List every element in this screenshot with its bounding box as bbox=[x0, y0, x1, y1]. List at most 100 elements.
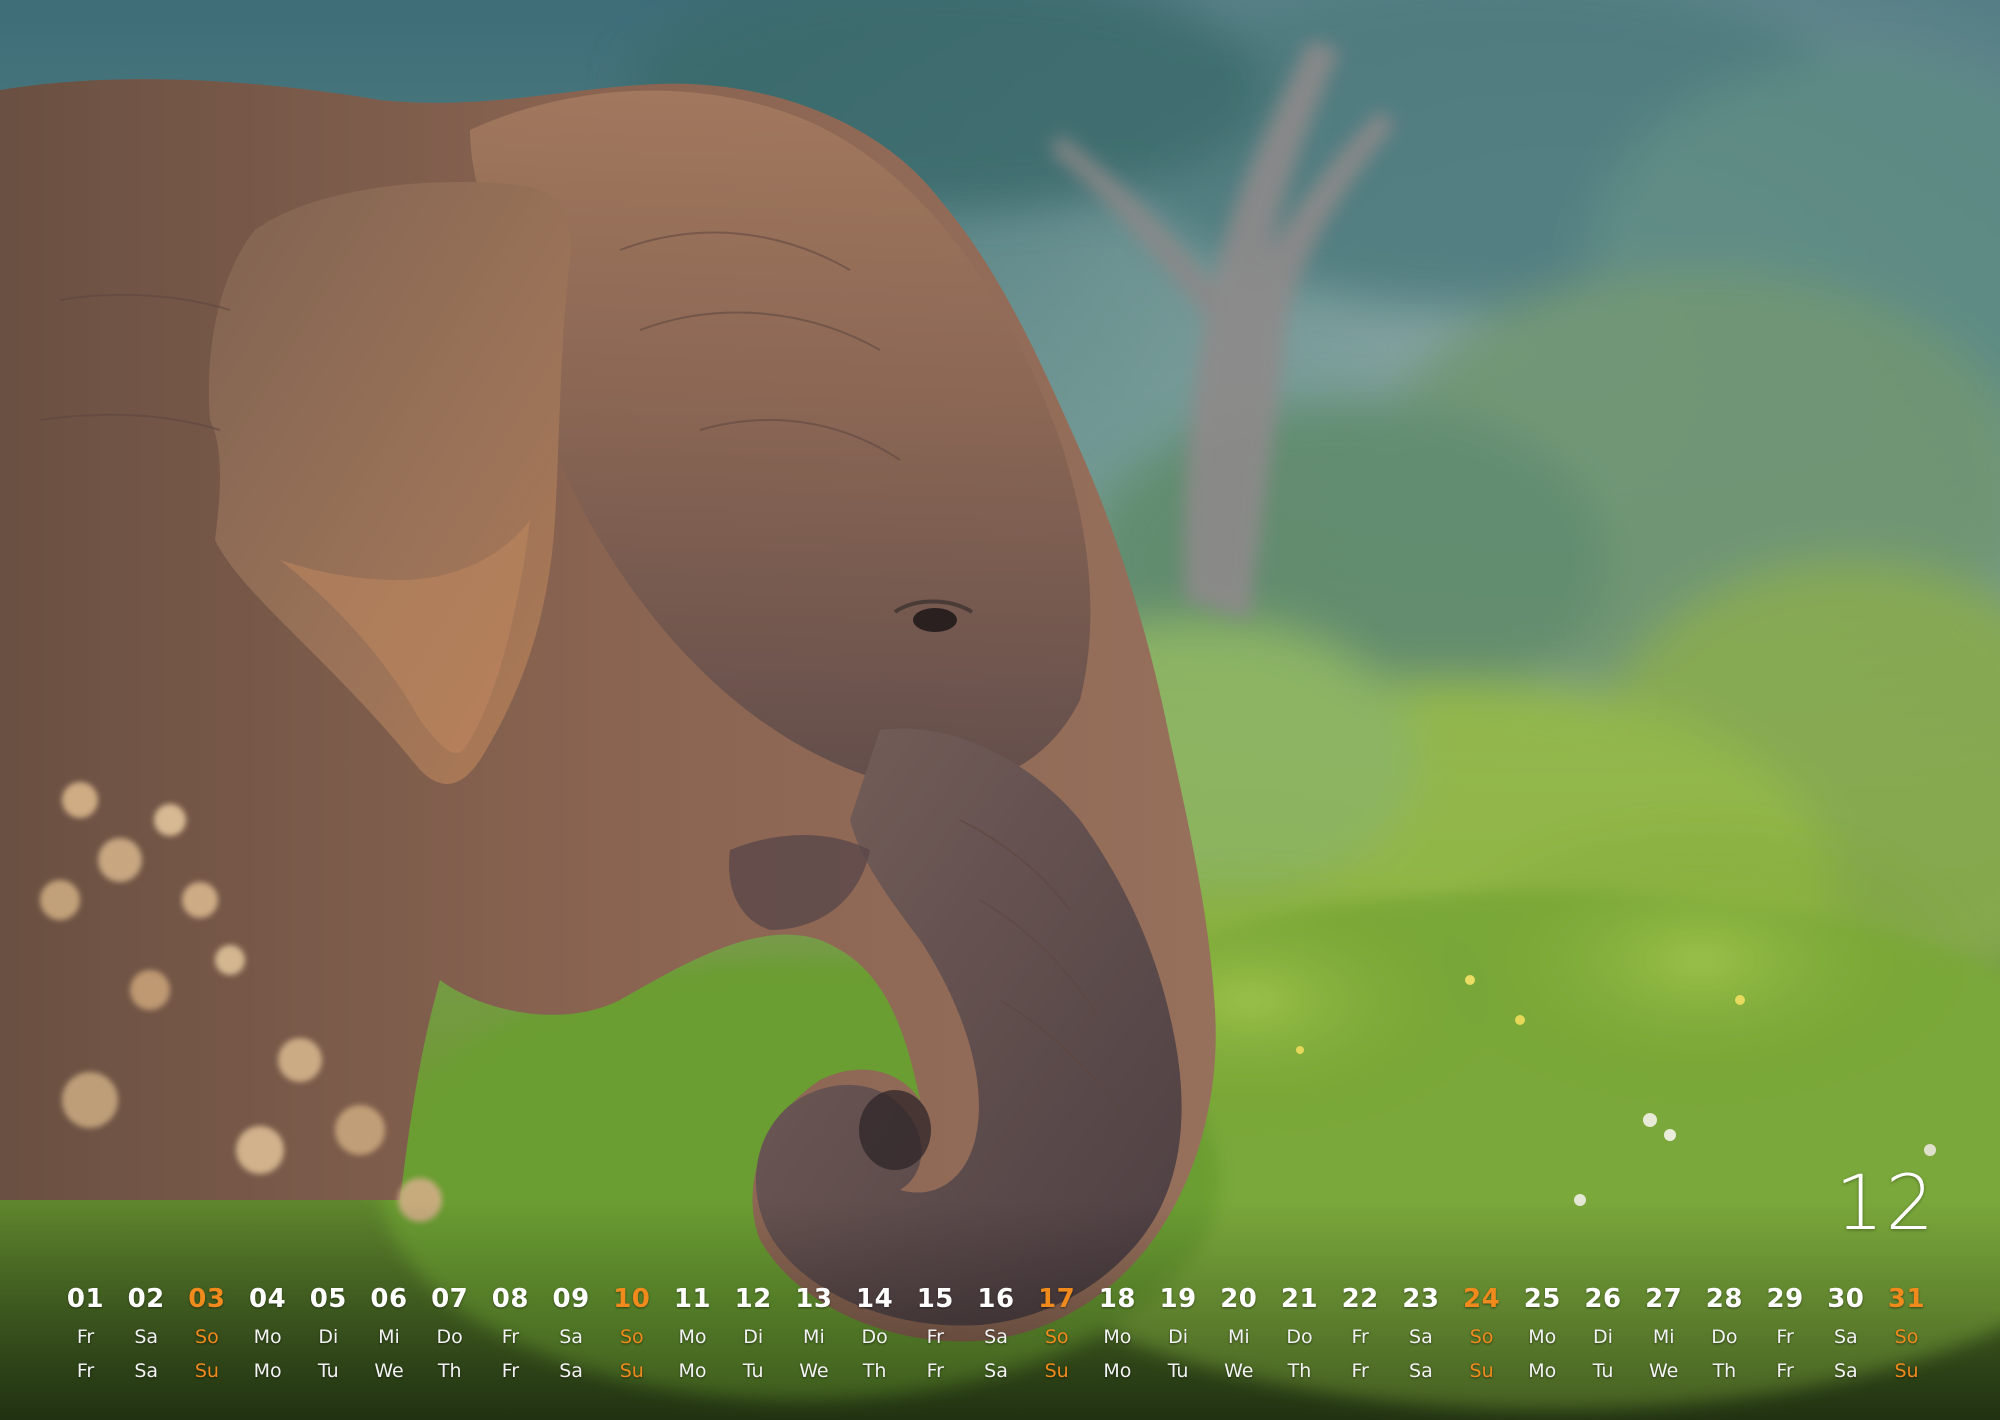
day-number: 01 bbox=[66, 1284, 105, 1314]
weekday-english: Sa bbox=[559, 1360, 583, 1382]
calendar-day: 09 Sa Sa bbox=[541, 1278, 602, 1388]
day-number: 09 bbox=[552, 1284, 590, 1314]
weekday-english: We bbox=[1649, 1360, 1679, 1382]
day-number: 17 bbox=[1038, 1284, 1076, 1314]
calendar-day: 16 Sa Sa bbox=[966, 1278, 1027, 1388]
calendar-day: 13 Mi We bbox=[783, 1278, 844, 1388]
calendar-day: 11 Mo Mo bbox=[662, 1278, 723, 1388]
day-number: 12 bbox=[734, 1284, 772, 1314]
day-number: 22 bbox=[1341, 1284, 1379, 1314]
day-number: 03 bbox=[188, 1284, 226, 1314]
weekday-german: Sa bbox=[1833, 1326, 1858, 1348]
weekday-german: Di bbox=[1168, 1326, 1189, 1348]
calendar-day: 02 Sa Sa bbox=[116, 1278, 177, 1388]
weekday-english: Sa bbox=[1833, 1360, 1858, 1382]
day-number: 29 bbox=[1766, 1284, 1804, 1314]
weekday-english: Su bbox=[1044, 1360, 1069, 1382]
weekday-german: Sa bbox=[984, 1326, 1008, 1348]
weekday-english: Th bbox=[437, 1360, 462, 1382]
calendar-day: 12 Di Tu bbox=[723, 1278, 784, 1388]
weekday-german: Mo bbox=[678, 1326, 707, 1348]
calendar-day: 01 Fr Fr bbox=[55, 1278, 116, 1388]
weekday-english: Tu bbox=[1167, 1360, 1189, 1382]
calendar-day: 23 Sa Sa bbox=[1390, 1278, 1451, 1388]
weekday-english: We bbox=[374, 1360, 404, 1382]
weekday-english: Mo bbox=[1103, 1360, 1132, 1382]
weekday-german: Mi bbox=[803, 1326, 825, 1348]
weekday-german: Sa bbox=[1409, 1326, 1433, 1348]
weekday-german: So bbox=[1469, 1326, 1494, 1348]
weekday-german: Di bbox=[318, 1326, 339, 1348]
weekday-german: Fr bbox=[1776, 1326, 1794, 1348]
day-number: 04 bbox=[249, 1284, 287, 1314]
calendar-day: 10 So Su bbox=[601, 1278, 662, 1388]
weekday-english: Fr bbox=[1776, 1360, 1794, 1382]
calendar-page: 12 01 Fr Fr 02 Sa Sa 03 So Su 04 Mo Mo 05 Di Tu 06 Mi We 0… bbox=[0, 0, 2000, 1420]
weekday-english: Th bbox=[1287, 1360, 1312, 1382]
weekday-english: Su bbox=[619, 1360, 644, 1382]
month-number: 12 bbox=[1835, 1158, 1936, 1247]
weekday-german: Fr bbox=[926, 1326, 944, 1348]
day-number: 25 bbox=[1523, 1284, 1561, 1314]
weekday-german: Mi bbox=[378, 1326, 400, 1348]
weekday-german: Mo bbox=[1528, 1326, 1557, 1348]
calendar-day: 25 Mo Mo bbox=[1512, 1278, 1573, 1388]
day-number: 07 bbox=[431, 1284, 469, 1314]
day-number: 24 bbox=[1463, 1284, 1501, 1314]
calendar-day: 04 Mo Mo bbox=[237, 1278, 298, 1388]
day-number: 18 bbox=[1098, 1284, 1136, 1314]
weekday-english: Su bbox=[1894, 1360, 1919, 1382]
day-number: 27 bbox=[1645, 1284, 1683, 1314]
day-number: 11 bbox=[673, 1284, 712, 1314]
day-number: 31 bbox=[1887, 1284, 1926, 1314]
weekday-english: Mo bbox=[678, 1360, 707, 1382]
calendar-day: 22 Fr Fr bbox=[1330, 1278, 1391, 1388]
weekday-english: Su bbox=[194, 1360, 219, 1382]
weekday-german: So bbox=[1044, 1326, 1069, 1348]
day-number: 10 bbox=[613, 1284, 651, 1314]
calendar-day: 06 Mi We bbox=[359, 1278, 420, 1388]
day-number: 02 bbox=[127, 1284, 165, 1314]
calendar-day: 27 Mi We bbox=[1633, 1278, 1694, 1388]
calendar-day: 15 Fr Fr bbox=[905, 1278, 966, 1388]
weekday-english: Tu bbox=[1592, 1360, 1614, 1382]
weekday-german: Di bbox=[1593, 1326, 1613, 1348]
calendar-day: 28 Do Th bbox=[1694, 1278, 1755, 1388]
day-number: 30 bbox=[1827, 1284, 1865, 1314]
weekday-german: Sa bbox=[134, 1326, 159, 1348]
weekday-english: Tu bbox=[742, 1360, 764, 1382]
day-number: 23 bbox=[1402, 1284, 1440, 1314]
calendar-day: 24 So Su bbox=[1451, 1278, 1512, 1388]
weekday-english: Fr bbox=[76, 1360, 95, 1382]
calendar-day: 29 Fr Fr bbox=[1755, 1278, 1816, 1388]
weekday-german: Do bbox=[1286, 1326, 1313, 1348]
weekday-german: Do bbox=[436, 1326, 463, 1348]
weekday-german: Fr bbox=[1351, 1326, 1369, 1348]
calendar-day-strip: 01 Fr Fr 02 Sa Sa 03 So Su 04 Mo Mo 05 Di Tu 06 Mi We 07 Do… bbox=[55, 1278, 1945, 1390]
calendar-day: 19 Di Tu bbox=[1148, 1278, 1209, 1388]
calendar-day: 17 So Su bbox=[1026, 1278, 1087, 1388]
day-number: 21 bbox=[1280, 1284, 1319, 1314]
calendar-day: 20 Mi We bbox=[1208, 1278, 1269, 1388]
day-number: 20 bbox=[1220, 1284, 1258, 1314]
weekday-english: Fr bbox=[501, 1360, 520, 1382]
weekday-english: Fr bbox=[1351, 1360, 1369, 1382]
weekday-english: Mo bbox=[253, 1360, 282, 1382]
weekday-english: Th bbox=[862, 1360, 887, 1382]
calendar-day: 21 Do Th bbox=[1269, 1278, 1330, 1388]
calendar-day: 03 So Su bbox=[176, 1278, 237, 1388]
weekday-german: Mi bbox=[1227, 1326, 1250, 1348]
weekday-german: So bbox=[1894, 1326, 1919, 1348]
weekday-english: Su bbox=[1469, 1360, 1494, 1382]
calendar-day: 05 Di Tu bbox=[298, 1278, 359, 1388]
calendar-day: 14 Do Th bbox=[844, 1278, 905, 1388]
elephant-photo bbox=[0, 0, 2000, 1420]
weekday-german: Do bbox=[861, 1326, 888, 1348]
weekday-german: Mo bbox=[253, 1326, 282, 1348]
weekday-german: So bbox=[619, 1326, 644, 1348]
calendar-day: 18 Mo Mo bbox=[1087, 1278, 1148, 1388]
day-number: 13 bbox=[795, 1284, 833, 1314]
weekday-german: Sa bbox=[559, 1326, 583, 1348]
weekday-english: We bbox=[799, 1360, 829, 1382]
weekday-german: Do bbox=[1711, 1326, 1738, 1348]
